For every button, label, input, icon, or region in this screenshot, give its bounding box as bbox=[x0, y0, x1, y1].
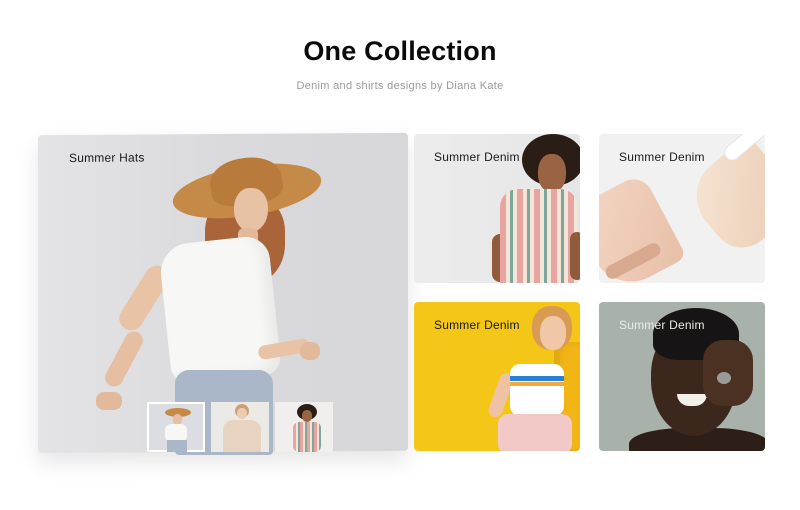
top-shape bbox=[510, 364, 564, 416]
card-summer-denim-yellow[interactable]: Summer Denim bbox=[414, 302, 580, 451]
shirt-shape bbox=[223, 420, 261, 452]
hand-shape bbox=[96, 392, 122, 410]
shirt-shape bbox=[157, 234, 283, 386]
face-shape bbox=[302, 410, 312, 422]
ring-icon bbox=[717, 372, 731, 384]
face-shape bbox=[237, 408, 247, 419]
thumbnail-shirt-model[interactable] bbox=[211, 402, 269, 452]
card-label: Summer Denim bbox=[434, 150, 520, 164]
hand-shape bbox=[300, 342, 320, 360]
card-label: Summer Hats bbox=[69, 150, 145, 165]
card-label: Summer Denim bbox=[619, 318, 705, 332]
thumbnail-woman-in-hat[interactable] bbox=[147, 402, 205, 452]
skirt-shape bbox=[167, 440, 187, 452]
page-subtitle: Denim and shirts designs by Diana Kate bbox=[296, 80, 504, 92]
dress-shape bbox=[293, 422, 321, 452]
dress-shape bbox=[500, 189, 578, 283]
card-label: Summer Denim bbox=[434, 318, 520, 332]
face-shape bbox=[234, 188, 268, 232]
pants-shape bbox=[498, 414, 572, 451]
card-summer-denim-shoes[interactable]: Summer Denim bbox=[599, 134, 765, 283]
face-shape bbox=[540, 316, 566, 350]
stripe-shape bbox=[510, 376, 564, 381]
stripe-shape bbox=[510, 382, 564, 386]
card-summer-denim-portrait[interactable]: Summer Denim bbox=[599, 302, 765, 451]
face-shape bbox=[538, 154, 566, 192]
page-title: One Collection bbox=[303, 36, 497, 66]
featured-thumbnail-strip bbox=[147, 402, 335, 452]
card-label: Summer Denim bbox=[619, 150, 705, 164]
card-summer-denim-dress[interactable]: Summer Denim bbox=[414, 134, 580, 283]
thumbnail-striped-dress-model[interactable] bbox=[275, 402, 333, 452]
arm-shape bbox=[570, 232, 580, 280]
